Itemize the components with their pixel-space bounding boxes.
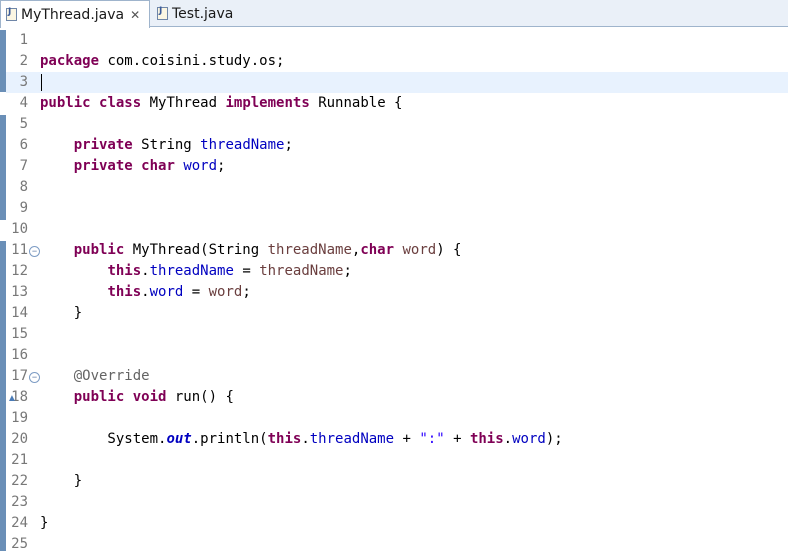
code-line[interactable] xyxy=(40,408,788,429)
code-area[interactable]: package com.coisini.study.os; public clas… xyxy=(40,28,788,550)
editor-tab-bar: J MyThread.java ✕ J Test.java xyxy=(0,0,788,28)
tab-label: MyThread.java xyxy=(21,6,125,23)
line-number: 23 xyxy=(11,494,28,510)
code-editor[interactable]: 1 2 3 4 5 6 7 8 9 10 11 12 13 14 15 16 1… xyxy=(0,28,788,552)
tab-label: Test.java xyxy=(172,5,234,22)
code-line[interactable]: this.word = word; xyxy=(40,282,788,303)
java-file-icon: J xyxy=(157,6,168,20)
line-number: 1 xyxy=(19,32,28,48)
line-number: 11 xyxy=(11,242,28,258)
code-line[interactable]: package com.coisini.study.os; xyxy=(40,51,788,72)
line-number: 16 xyxy=(11,347,28,363)
line-number: 14 xyxy=(11,305,28,321)
line-number: 10 xyxy=(11,221,28,237)
line-number: 3 xyxy=(19,74,28,90)
code-line[interactable] xyxy=(40,198,788,219)
code-line[interactable] xyxy=(40,72,788,93)
line-number: 19 xyxy=(11,410,28,426)
close-icon[interactable]: ✕ xyxy=(130,8,140,22)
line-number: 17 xyxy=(11,368,28,384)
line-number: 15 xyxy=(11,326,28,342)
line-number: 9 xyxy=(19,200,28,216)
line-number: 2 xyxy=(19,53,28,69)
code-line[interactable]: public void run() { xyxy=(40,387,788,408)
line-number: 4 xyxy=(19,95,28,111)
text-caret xyxy=(41,74,42,91)
code-line[interactable]: System.out.println(this.threadName + ":"… xyxy=(40,429,788,450)
line-number-gutter: 1 2 3 4 5 6 7 8 9 10 11 12 13 14 15 16 1… xyxy=(6,28,40,552)
tab-mythread-java[interactable]: J MyThread.java ✕ xyxy=(0,0,150,28)
code-line[interactable]: this.threadName = threadName; xyxy=(40,261,788,282)
line-number: 8 xyxy=(19,179,28,195)
line-number: 12 xyxy=(11,263,28,279)
code-line[interactable] xyxy=(40,114,788,135)
fold-toggle-icon[interactable]: − xyxy=(29,372,40,383)
code-line[interactable]: public class MyThread implements Runnabl… xyxy=(40,93,788,114)
code-line[interactable]: } xyxy=(40,303,788,324)
line-number: 6 xyxy=(19,137,28,153)
line-number: 25 xyxy=(11,536,28,552)
code-line[interactable]: private char word; xyxy=(40,156,788,177)
line-number: 5 xyxy=(19,116,28,132)
code-line[interactable] xyxy=(40,345,788,366)
code-line[interactable] xyxy=(40,219,788,240)
code-line[interactable]: @Override xyxy=(40,366,788,387)
code-line[interactable] xyxy=(40,324,788,345)
line-number: 20 xyxy=(11,431,28,447)
tab-test-java[interactable]: J Test.java xyxy=(152,0,252,27)
line-number: 24 xyxy=(11,515,28,531)
code-line[interactable] xyxy=(40,177,788,198)
code-line[interactable]: } xyxy=(40,471,788,492)
code-line[interactable]: } xyxy=(40,513,788,534)
code-line[interactable]: public MyThread(String threadName,char w… xyxy=(40,240,788,261)
code-line[interactable] xyxy=(40,30,788,51)
line-number: 22 xyxy=(11,473,28,489)
line-number: 7 xyxy=(19,158,28,174)
code-line[interactable] xyxy=(40,534,788,555)
code-line[interactable] xyxy=(40,492,788,513)
line-number: 13 xyxy=(11,284,28,300)
line-number: 21 xyxy=(11,452,28,468)
override-marker-icon: ▲ xyxy=(7,393,17,404)
code-line[interactable] xyxy=(40,450,788,471)
code-line[interactable]: private String threadName; xyxy=(40,135,788,156)
fold-toggle-icon[interactable]: − xyxy=(29,246,40,257)
java-file-icon: J xyxy=(6,7,17,21)
